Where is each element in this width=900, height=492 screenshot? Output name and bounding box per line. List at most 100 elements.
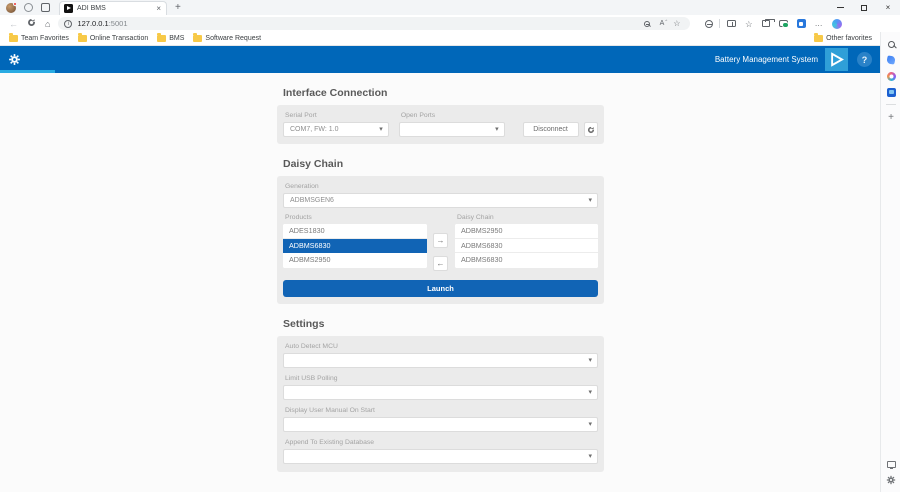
product-list-item-selected[interactable]: ADBMS6830 [283,239,427,254]
serial-port-value: COM7, FW: 1.0 [290,126,339,133]
bookmark-item[interactable]: BMS [157,35,184,42]
disconnect-button[interactable]: Disconnect [523,122,579,137]
limit-usb-polling-select[interactable]: ▾ [283,385,598,400]
settings-gear-icon[interactable] [8,53,21,71]
adi-favicon-icon [64,4,73,13]
arrow-left-icon: ← [437,259,445,268]
adi-logo-icon[interactable] [825,48,848,71]
window-controls: × [828,0,900,15]
product-list-item[interactable]: ADES1830 [283,224,427,239]
bookmark-item[interactable]: Online Transaction [78,35,148,42]
wallet-icon[interactable] [779,20,788,27]
folder-icon [193,35,202,42]
favorites-icon[interactable]: ☆ [745,20,753,28]
notification-dot [13,2,17,6]
serial-port-select[interactable]: COM7, FW: 1.0 ▾ [283,122,389,137]
open-ports-select[interactable]: ▾ [399,122,505,137]
more-menu-icon[interactable]: … [815,19,824,28]
chevron-down-icon: ▾ [588,386,592,400]
products-label: Products [285,214,427,221]
display-user-manual-select[interactable]: ▾ [283,417,598,432]
remove-from-chain-button[interactable]: ← [433,256,448,271]
back-icon[interactable]: ← [9,19,18,29]
bookmark-item[interactable]: Software Request [193,35,261,42]
chevron-down-icon: ▾ [588,418,592,432]
generation-label: Generation [285,183,598,190]
tab-title: ADI BMS [77,5,155,12]
main-content: Interface Connection Serial Port COM7, F… [277,73,604,472]
append-database-label: Append To Existing Database [285,439,598,446]
chain-label: Daisy Chain [457,214,598,221]
browser-tab[interactable]: ADI BMS × [59,1,167,15]
chain-list: ADBMS2950 ADBMS6830 ADBMS6830 [455,224,598,268]
shopping-icon[interactable] [881,52,900,68]
auto-detect-mcu-label: Auto Detect MCU [285,343,598,350]
chevron-down-icon: ▾ [379,123,383,137]
zoom-icon[interactable] [644,21,650,27]
chain-list-item[interactable]: ADBMS2950 [455,224,598,239]
tab-close-icon[interactable]: × [155,4,162,13]
refresh-ports-button[interactable] [584,122,599,137]
bms-page: Battery Management System ? Interface Co… [0,46,880,492]
open-ports-label: Open Ports [401,112,505,119]
generation-select[interactable]: ADBMSGEN6 ▾ [283,193,598,208]
collections-icon[interactable] [762,20,770,27]
split-screen-icon[interactable] [727,20,736,27]
auto-detect-mcu-select[interactable]: ▾ [283,353,598,368]
daisy-chain-card: Generation ADBMSGEN6 ▾ Products ADES1830… [277,176,604,304]
window-close-button[interactable]: × [876,0,900,15]
profile-avatar-icon[interactable] [6,3,16,13]
products-list: ADES1830 ADBMS6830 ADBMS2950 [283,224,427,268]
toolbar-icons: ☆ … [700,19,846,29]
app-title: Battery Management System [715,46,818,73]
favorite-star-icon[interactable]: ☆ [673,19,680,28]
folder-icon [9,35,18,42]
toolbar-divider [719,19,720,28]
folder-icon [814,35,823,42]
other-favorites[interactable]: Other favorites [814,35,872,42]
chevron-down-icon: ▾ [588,450,592,464]
monitor-icon[interactable] [881,456,900,472]
section-title-interface-connection: Interface Connection [283,87,604,99]
sidebar-settings-gear-icon[interactable] [881,472,900,488]
add-sidebar-icon[interactable]: + [881,109,900,125]
edge-sidebar: + [880,32,900,492]
folder-icon [78,35,87,42]
interface-connection-card: Serial Port COM7, FW: 1.0 ▾ Open Ports ▾ [277,105,604,144]
address-bar-row: ← ⌂ i 127.0.0.1:5001 A^ ☆ ☆ … [0,15,900,32]
url-text[interactable]: 127.0.0.1:5001 [77,19,638,28]
image-creator-icon[interactable] [881,84,900,100]
tab-actions-icon[interactable] [41,3,50,12]
copilot-icon[interactable] [832,19,842,29]
sidebar-bottom [881,456,900,488]
arrow-right-icon: → [437,236,445,245]
chevron-down-icon: ▾ [588,354,592,368]
active-tab-indicator [0,70,55,73]
help-icon[interactable]: ? [857,52,872,67]
chain-list-item[interactable]: ADBMS6830 [455,239,598,254]
new-tab-button[interactable]: + [175,3,181,13]
home-icon[interactable]: ⌂ [45,19,50,29]
workspaces-icon[interactable] [24,3,33,12]
add-to-chain-button[interactable]: → [433,233,448,248]
launch-button[interactable]: Launch [283,280,598,297]
folder-icon [157,35,166,42]
screenshot-tool-icon[interactable] [797,19,806,28]
chevron-down-icon: ▾ [495,123,499,137]
chain-list-item[interactable]: ADBMS6830 [455,253,598,268]
bookmark-item[interactable]: Team Favorites [9,35,69,42]
generation-value: ADBMSGEN6 [290,197,334,204]
refresh-icon[interactable] [27,18,36,29]
section-title-settings: Settings [283,318,604,330]
browser-essentials-icon[interactable] [705,20,713,28]
window-minimize-button[interactable] [828,0,852,15]
address-bar[interactable]: i 127.0.0.1:5001 A^ ☆ [58,17,690,30]
product-list-item[interactable]: ADBMS2950 [283,253,427,268]
read-aloud-icon[interactable]: A^ [660,20,665,27]
append-database-select[interactable]: ▾ [283,449,598,464]
search-icon[interactable] [881,36,900,52]
window-maximize-button[interactable] [852,0,876,15]
bookmarks-bar: Team Favorites Online Transaction BMS So… [0,32,880,46]
m365-icon[interactable] [881,68,900,84]
site-info-icon[interactable]: i [64,20,72,28]
